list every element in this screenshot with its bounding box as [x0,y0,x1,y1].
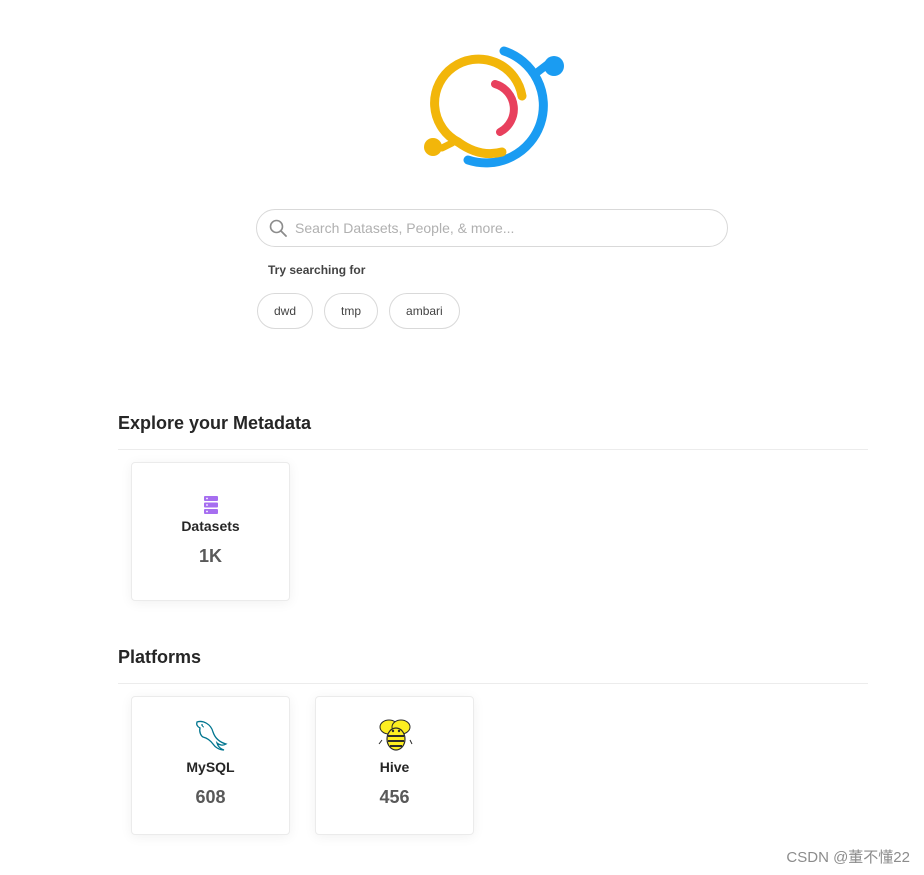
suggestion-chip-ambari[interactable]: ambari [389,293,460,329]
search-icon [268,218,288,238]
app-logo [420,44,570,174]
search-input[interactable] [293,219,697,237]
datasets-card-label: Datasets [181,518,240,534]
platforms-section-title: Platforms [118,647,202,667]
platforms-divider [118,683,868,684]
suggestions-label: Try searching for [268,263,366,277]
explore-section-title: Explore your Metadata [118,413,312,433]
suggestion-chip-dwd[interactable]: dwd [257,293,314,329]
datasets-card[interactable]: Datasets 1K [131,462,290,601]
mysql-card-count: 608 [195,787,226,807]
hive-platform-card[interactable]: Hive 456 [315,696,474,835]
explore-divider [118,449,868,450]
mysql-card-label: MySQL [186,759,235,775]
hive-bee-icon [377,717,413,753]
suggestion-chips: dwd tmp ambari [257,293,460,329]
datasets-card-count: 1K [198,546,222,566]
mysql-dolphin-icon [193,717,229,753]
watermark: CSDN @董不懂22 [786,849,910,866]
mysql-platform-card[interactable]: MySQL 608 [131,696,290,835]
database-icon [203,495,218,515]
hive-card-label: Hive [379,759,410,775]
search-bar[interactable] [256,209,728,247]
hive-card-count: 456 [379,787,410,807]
suggestion-chip-tmp[interactable]: tmp [324,293,379,329]
